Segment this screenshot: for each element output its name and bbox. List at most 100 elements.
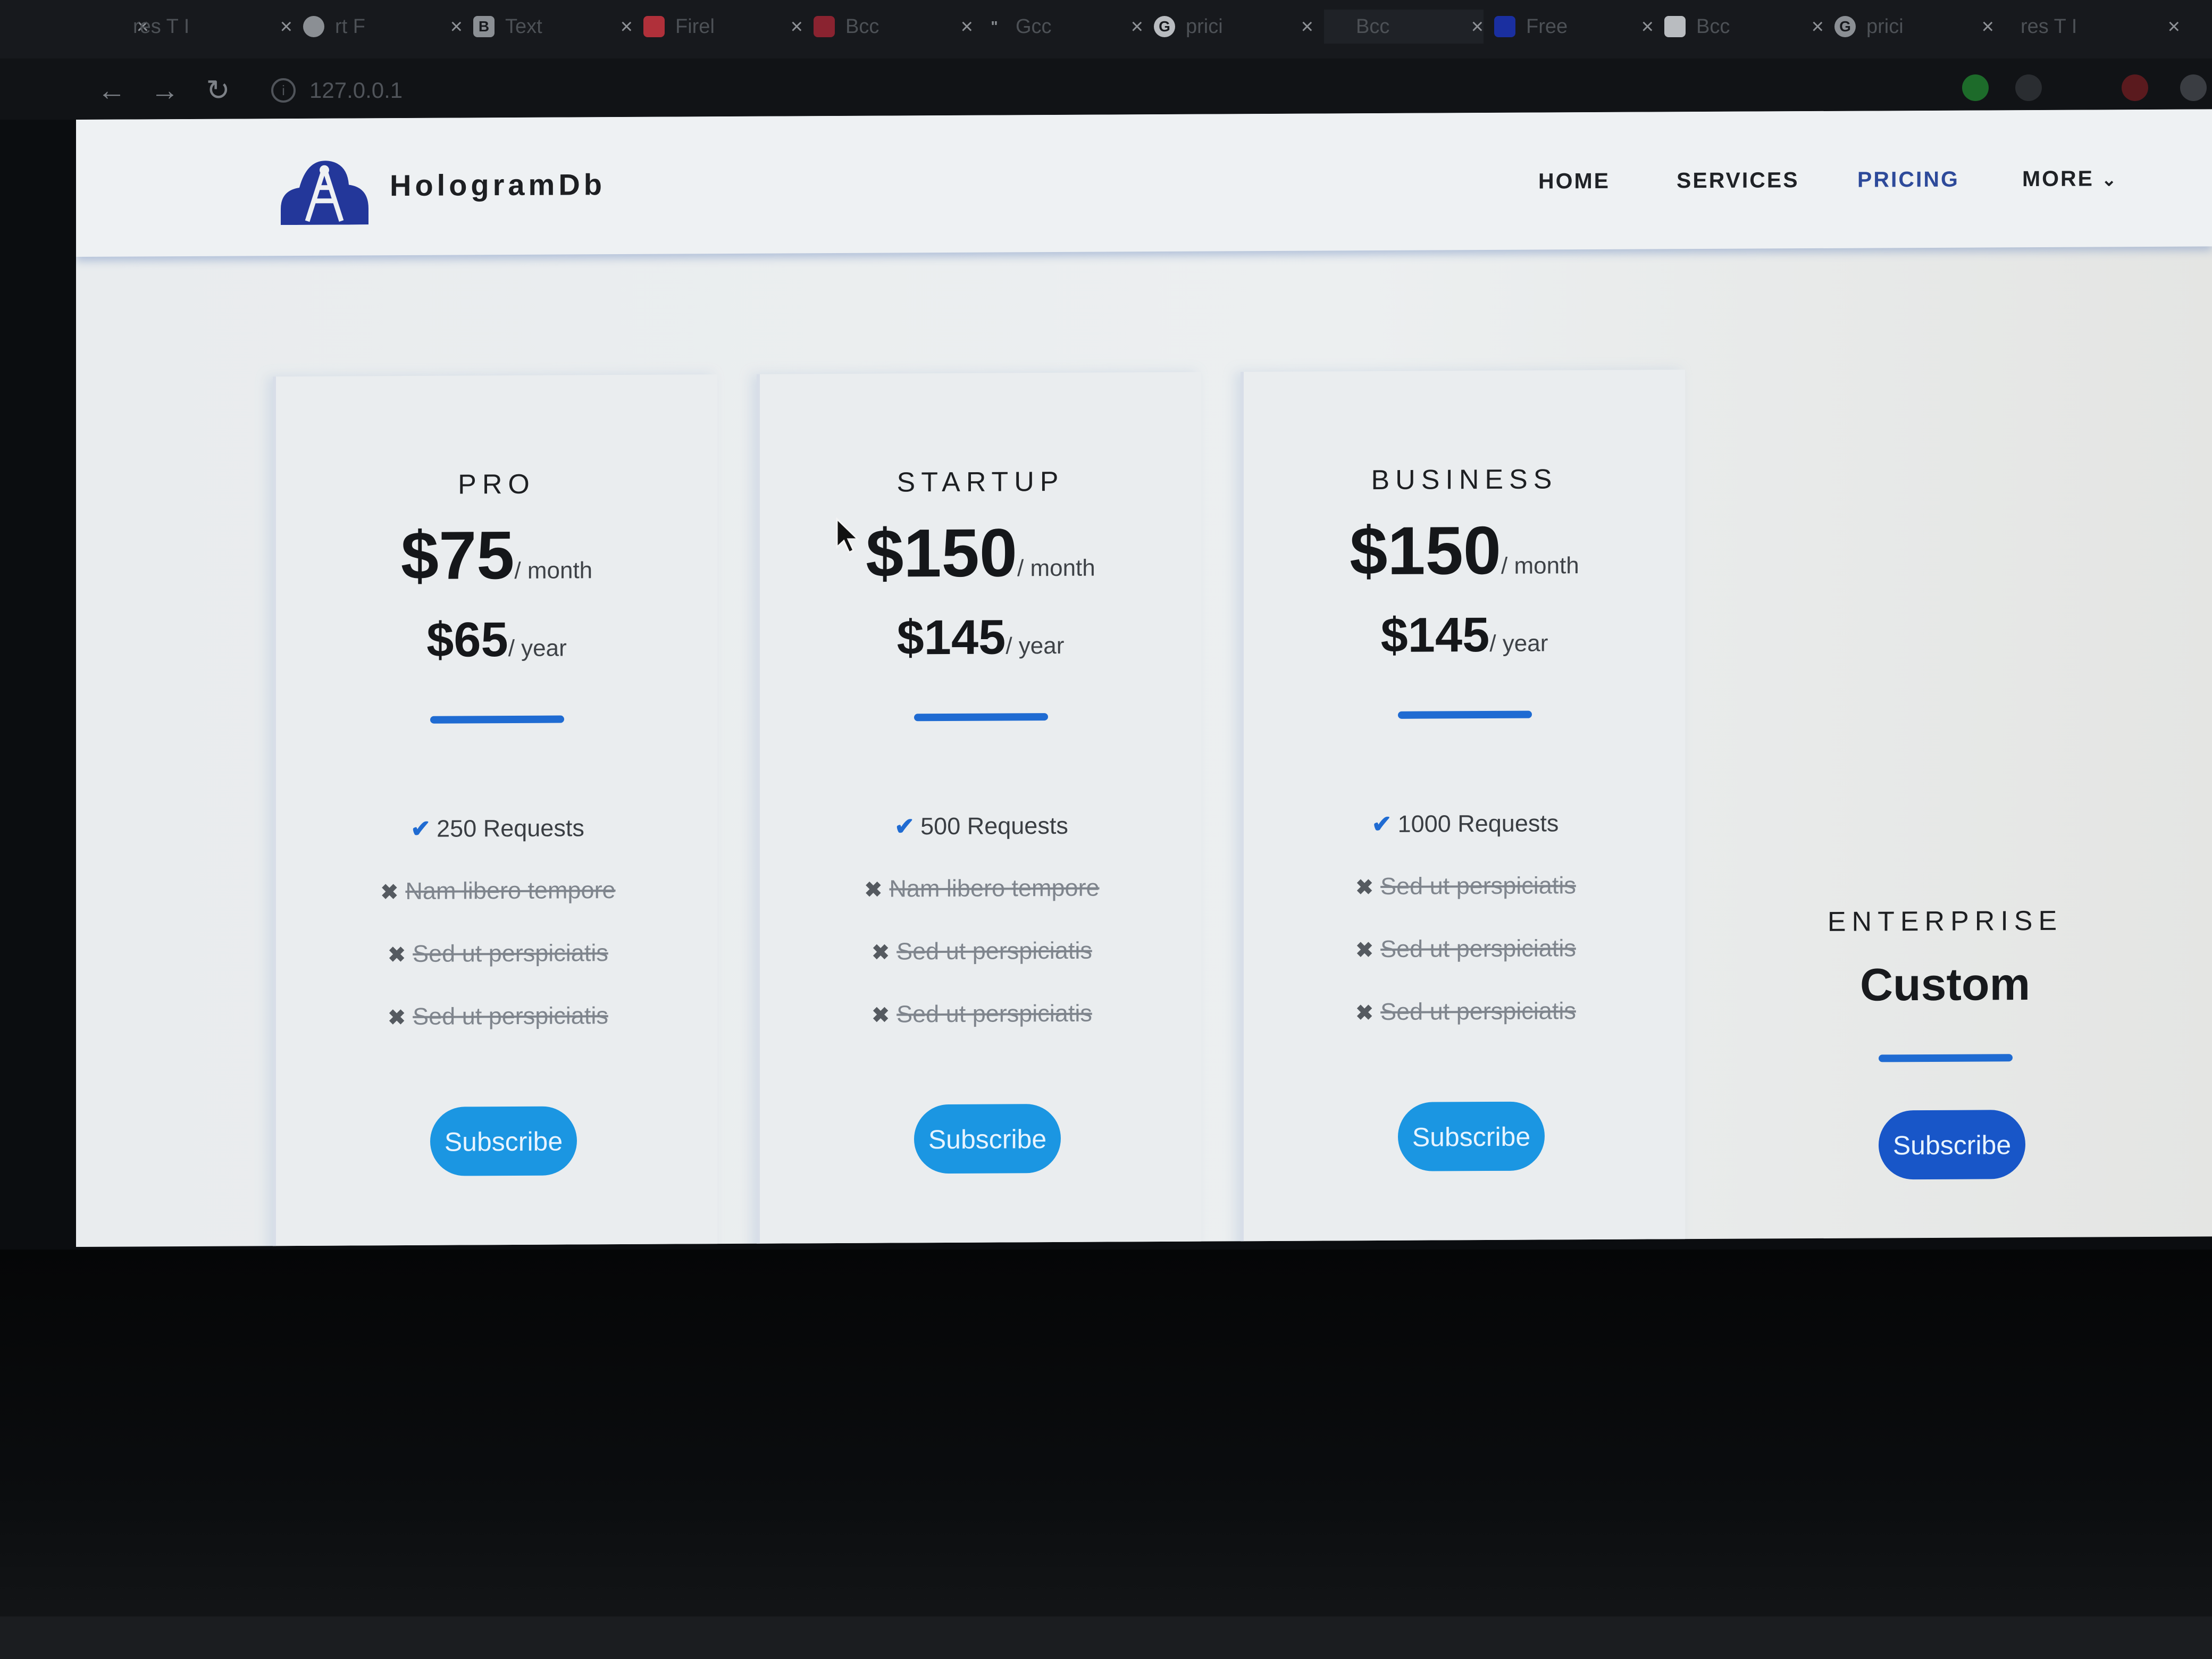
extension-icon[interactable] (1962, 74, 1989, 101)
nav-more[interactable]: MORE ⌄ (2022, 166, 2118, 191)
tab-title: res T I (133, 15, 190, 38)
cross-icon: ✖ (872, 941, 890, 965)
nav-services[interactable]: SERVICES (1677, 167, 1799, 193)
tab-title: prici (1866, 15, 1904, 38)
keyboard-edge (0, 1616, 2212, 1659)
feature-item: ✖ Sed ut perspiciatis (1244, 996, 1685, 1026)
yearly-price: $145/ year (760, 609, 1201, 667)
feature-text: 1000 Requests (1397, 809, 1559, 837)
subscribe-button[interactable]: Subscribe (914, 1103, 1061, 1174)
tab-title: Firel (675, 15, 715, 38)
check-icon: ✔ (894, 812, 915, 840)
extension-icon[interactable] (2180, 74, 2207, 101)
subscribe-button[interactable]: Subscribe (430, 1106, 577, 1176)
pricing-card-enterprise: ENTERPRISE Custom Subscribe (1724, 367, 2166, 1247)
feature-text: Sed ut perspiciatis (413, 1002, 608, 1030)
feature-text: Nam libero tempore (405, 876, 616, 904)
info-icon[interactable]: i (271, 78, 296, 103)
feature-item: ✔ 250 Requests (276, 813, 717, 843)
browser-tab[interactable]: Bcc × (814, 10, 973, 44)
nav-home[interactable]: HOME (1538, 169, 1610, 194)
browser-tab[interactable]: Free × (1494, 10, 1654, 44)
pricing-card-business: BUSINESS $150/ month $145/ year ✔ 1000 Re… (1241, 370, 1685, 1247)
monthly-price: $150/ month (1244, 510, 1685, 591)
close-icon[interactable]: × (1982, 15, 1994, 39)
site-navbar: HologramDb HOME SERVICES PRICING MORE ⌄ (76, 109, 2212, 257)
browser-tab[interactable]: Bcc × (1324, 10, 1484, 44)
browser-tab[interactable]: res T I × (2021, 10, 2180, 44)
subscribe-button[interactable]: Subscribe (1398, 1101, 1545, 1171)
browser-tab[interactable]: B Text × (473, 10, 633, 44)
close-icon[interactable]: × (1131, 15, 1143, 39)
yearly-price: $65/ year (276, 611, 717, 669)
browser-tab[interactable]: " Gcc × (984, 10, 1143, 44)
accent-divider (1879, 1054, 2013, 1062)
plan-name: ENTERPRISE (1827, 905, 2063, 937)
chevron-down-icon: ⌄ (2101, 170, 2118, 190)
browser-tab[interactable]: G prici × (1834, 10, 1994, 44)
subscribe-button[interactable]: Subscribe (1879, 1110, 2025, 1180)
price-amount: $75 (400, 517, 515, 594)
price-custom: Custom (1859, 959, 2031, 1011)
close-icon[interactable]: × (621, 15, 633, 39)
browser-tab[interactable]: Bcc × (1664, 10, 1824, 44)
price-amount: $145 (896, 610, 1006, 665)
url-field[interactable]: i 127.0.0.1 (271, 74, 1898, 106)
feature-text: Sed ut perspiciatis (1380, 934, 1576, 963)
globe-icon (303, 16, 324, 37)
close-icon[interactable]: × (1471, 15, 1484, 39)
extension-icon[interactable] (2122, 74, 2148, 101)
reload-icon[interactable]: ↻ (202, 74, 234, 106)
browser-tab[interactable]: Firel × (643, 10, 803, 44)
pricing-card-pro: PRO $75/ month $65/ year ✔ 250 Requests ✖… (273, 374, 717, 1247)
url-text: 127.0.0.1 (309, 78, 403, 103)
web-page: HologramDb HOME SERVICES PRICING MORE ⌄ P… (76, 109, 2212, 1247)
mouse-cursor-icon (836, 517, 860, 554)
hologram-logo-icon[interactable] (281, 158, 368, 225)
brand-name[interactable]: HologramDb (390, 167, 606, 203)
yearly-price: $145/ year (1244, 606, 1685, 664)
price-unit: / month (1017, 555, 1095, 582)
firebase-icon (643, 16, 665, 37)
feature-item: ✖ Sed ut perspiciatis (1244, 934, 1685, 963)
close-icon[interactable]: × (450, 15, 463, 39)
feature-item: ✖ Nam libero tempore (760, 874, 1201, 903)
tab-title: Free (1526, 15, 1568, 38)
close-icon[interactable]: × (1641, 15, 1654, 39)
check-icon: ✔ (410, 815, 431, 842)
feature-text: Sed ut perspiciatis (896, 936, 1092, 965)
close-icon[interactable]: × (1301, 15, 1313, 39)
feature-item: ✖ Sed ut perspiciatis (276, 1001, 717, 1031)
quote-icon: " (991, 18, 998, 35)
google-icon: G (1154, 16, 1175, 37)
back-arrow-icon[interactable]: ← (96, 74, 128, 106)
tab-title: prici (1186, 15, 1223, 38)
feature-text: Nam libero tempore (889, 874, 1100, 902)
google-icon: G (1834, 16, 1856, 37)
scroll-icon (814, 16, 835, 37)
price-unit: / year (1006, 632, 1065, 659)
price-amount: $150 (866, 515, 1017, 592)
forward-arrow-icon[interactable]: → (149, 74, 181, 106)
close-icon[interactable]: × (791, 15, 803, 39)
browser-tab[interactable]: × (0, 10, 149, 44)
accent-divider (430, 715, 564, 724)
flag-icon (1494, 16, 1515, 37)
close-icon[interactable]: × (961, 15, 973, 39)
tab-title: Text (505, 15, 542, 38)
close-icon[interactable]: × (2168, 15, 2180, 39)
nav-pricing[interactable]: PRICING (1857, 167, 1959, 192)
plan-name: STARTUP (896, 466, 1065, 498)
feature-item: ✔ 1000 Requests (1244, 808, 1685, 839)
close-icon[interactable]: × (1812, 15, 1824, 39)
browser-tab[interactable]: res T I × (133, 10, 292, 44)
cross-icon: ✖ (1355, 1001, 1373, 1025)
extension-icon[interactable] (2015, 74, 2042, 101)
cross-icon: ✖ (872, 1003, 890, 1027)
browser-tab[interactable]: G prici × (1154, 10, 1313, 44)
browser-tab[interactable]: rt F × (303, 10, 463, 44)
cross-icon: ✖ (1355, 939, 1373, 962)
close-icon[interactable]: × (280, 15, 292, 39)
price-amount: $150 (1350, 512, 1501, 590)
price-amount: $65 (426, 613, 508, 667)
